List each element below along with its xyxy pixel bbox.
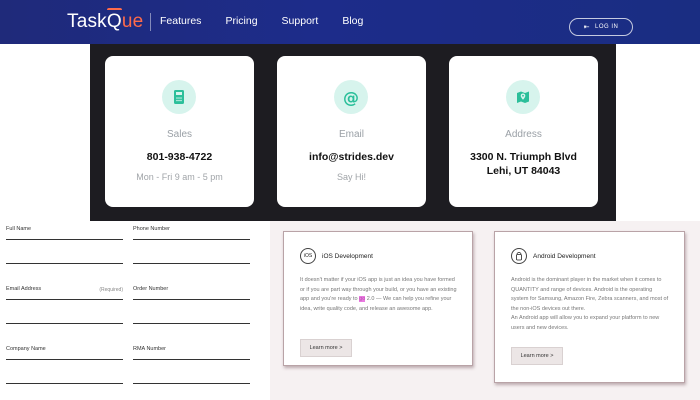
field-underline <box>133 359 250 360</box>
contact-form: Full Name Phone Number Email Address (Re… <box>0 221 270 400</box>
login-label: LOG IN <box>595 24 619 30</box>
service-header: iOS iOS Development <box>300 248 373 264</box>
card-label: Address <box>505 129 542 140</box>
login-icon: ⇤ <box>583 24 591 31</box>
card-label: Email <box>338 129 364 140</box>
logo-divider <box>150 13 151 31</box>
at-icon: @ <box>334 80 368 114</box>
service-paragraph: An Android app will allow you to expand … <box>511 315 660 331</box>
sales-hours: Mon - Fri 9 am - 5 pm <box>136 172 223 182</box>
email-address-field[interactable]: Email Address (Required) <box>6 286 123 326</box>
service-card-android: Android Development Android is the domin… <box>494 231 685 383</box>
field-underline <box>133 239 250 240</box>
nav-features[interactable]: Features <box>160 15 201 27</box>
login-button[interactable]: ⇤ LOG IN <box>569 18 633 36</box>
email-sub: Say Hi! <box>336 172 366 182</box>
field-underline <box>6 323 123 324</box>
field-label: Full Name <box>6 226 32 232</box>
service-title: Android Development <box>533 252 596 260</box>
field-underline <box>6 299 123 300</box>
address-line-1: 3300 N. Triumph Blvd <box>470 151 577 163</box>
main-nav: Features Pricing Support Blog <box>160 15 387 27</box>
field-underline <box>133 323 250 324</box>
logo-text-ue: ue <box>121 11 144 32</box>
field-required-hint: (Required) <box>99 287 123 293</box>
full-name-field[interactable]: Full Name <box>6 226 123 266</box>
field-label: Phone Number <box>133 226 170 232</box>
service-description: It doesn't matter if your iOS app is jus… <box>300 277 457 312</box>
field-underline <box>6 239 123 240</box>
field-label: Company Name <box>6 346 46 352</box>
sales-phone[interactable]: 801-938-4722 <box>105 150 254 164</box>
email-address[interactable]: info@strides.dev <box>277 150 426 164</box>
contact-card-sales: Sales 801-938-4722 Mon - Fri 9 am - 5 pm <box>105 56 254 207</box>
taskque-logo[interactable]: Task Que <box>67 8 144 33</box>
page: Task Que Features Pricing Support Blog ⇤ … <box>0 0 700 400</box>
nav-blog[interactable]: Blog <box>342 15 363 27</box>
service-paragraph: Android is the dominant player in the ma… <box>511 277 669 312</box>
service-card-ios: iOS iOS Development It doesn't matter if… <box>283 231 473 366</box>
rma-number-field[interactable]: RMA Number <box>133 346 250 386</box>
android-icon <box>511 248 527 264</box>
field-label: RMA Number <box>133 346 167 352</box>
nav-pricing[interactable]: Pricing <box>225 15 257 27</box>
field-underline <box>133 263 250 264</box>
field-label: Email Address <box>6 286 42 292</box>
contact-card-address: Address 3300 N. Triumph Blvd Lehi, UT 84… <box>449 56 598 207</box>
map-icon <box>506 80 540 114</box>
address-line-2: Lehi, UT 84043 <box>486 165 561 177</box>
learn-more-button[interactable]: Learn more > <box>511 347 563 365</box>
service-description: Android is the dominant player in the ma… <box>511 276 671 333</box>
field-underline <box>6 359 123 360</box>
card-label: Sales <box>166 129 192 140</box>
service-title: iOS Development <box>322 252 373 260</box>
phone-number-field[interactable]: Phone Number <box>133 226 250 266</box>
field-underline <box>6 383 123 384</box>
field-underline <box>133 383 250 384</box>
field-label: Order Number <box>133 286 169 292</box>
top-navbar: Task Que Features Pricing Support Blog ⇤ … <box>0 0 700 44</box>
logo-accent <box>106 8 122 12</box>
ios-icon: iOS <box>300 248 316 264</box>
services-section: iOS iOS Development It doesn't matter if… <box>270 221 700 400</box>
learn-more-button[interactable]: Learn more > <box>300 339 352 357</box>
logo-text-q: Q <box>106 8 122 33</box>
service-header: Android Development <box>511 248 596 264</box>
order-number-field[interactable]: Order Number <box>133 286 250 326</box>
phone-icon <box>162 80 196 114</box>
nav-support[interactable]: Support <box>282 15 319 27</box>
contact-card-email: @ Email info@strides.dev Say Hi! <box>277 56 426 207</box>
field-underline <box>6 263 123 264</box>
logo-text-task: Task <box>67 11 107 32</box>
company-name-field[interactable]: Company Name <box>6 346 123 386</box>
field-underline <box>133 299 250 300</box>
